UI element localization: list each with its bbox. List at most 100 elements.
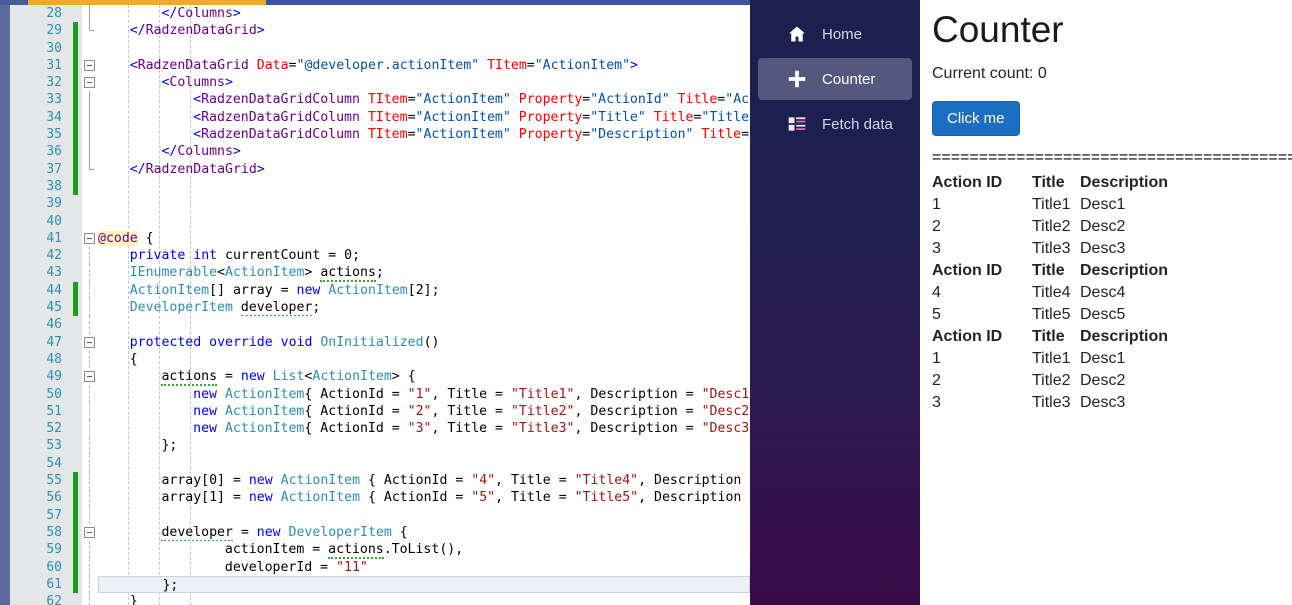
code-text[interactable]: @code {: [98, 230, 750, 247]
code-text[interactable]: <RadzenDataGridColumn TItem="ActionItem"…: [98, 126, 750, 143]
code-text[interactable]: DeveloperItem developer;: [98, 299, 750, 317]
code-line[interactable]: 31 <RadzenDataGrid Data="@developer.actio…: [25, 56, 750, 75]
fold-column[interactable]: [82, 489, 98, 507]
column-header[interactable]: Description: [1080, 172, 1200, 194]
fold-column[interactable]: [82, 56, 98, 75]
code-line[interactable]: 50 new ActionItem{ ActionId = "1", Title …: [25, 385, 750, 403]
code-line[interactable]: 30: [25, 39, 750, 58]
column-header[interactable]: Action ID: [932, 326, 1032, 348]
code-text[interactable]: IEnumerable<ActionItem> actions;: [98, 264, 750, 282]
code-line[interactable]: 37 </RadzenDataGrid>: [25, 160, 750, 179]
fold-column[interactable]: [82, 281, 98, 300]
code-text[interactable]: };: [98, 437, 750, 454]
code-text[interactable]: ActionItem[] array = new ActionItem[2];: [98, 282, 750, 299]
code-text[interactable]: <RadzenDataGridColumn TItem="ActionItem"…: [98, 91, 750, 108]
code-line[interactable]: 59 actionItem = actions.ToList(),: [25, 541, 750, 559]
fold-column[interactable]: [82, 316, 98, 334]
sidebar-item-fetch-data[interactable]: Fetch data: [758, 103, 912, 145]
fold-column[interactable]: [82, 472, 98, 490]
code-line[interactable]: 34 <RadzenDataGridColumn TItem="ActionIte…: [25, 108, 750, 127]
column-header[interactable]: Title: [1032, 172, 1080, 194]
column-header[interactable]: Action ID: [932, 172, 1032, 194]
collapse-toggle-icon[interactable]: [84, 59, 95, 71]
fold-column[interactable]: [82, 454, 98, 473]
code-line[interactable]: 36 </Columns>: [25, 143, 750, 161]
fold-column[interactable]: [82, 333, 98, 351]
fold-column[interactable]: [82, 437, 98, 455]
fold-column[interactable]: [82, 506, 98, 524]
code-text[interactable]: }: [98, 593, 750, 605]
code-text[interactable]: </RadzenDataGrid>: [98, 22, 750, 39]
sidebar-item-counter[interactable]: Counter: [758, 58, 912, 100]
code-text[interactable]: <RadzenDataGrid Data="@developer.actionI…: [98, 57, 750, 74]
code-text[interactable]: new ActionItem{ ActionId = "3", Title = …: [98, 420, 750, 437]
code-line[interactable]: 47 protected override void OnInitialized(…: [25, 333, 750, 351]
fold-column[interactable]: [82, 126, 98, 144]
code-text[interactable]: actions = new List<ActionItem> {: [98, 368, 750, 386]
code-text[interactable]: [98, 195, 750, 212]
code-text[interactable]: <RadzenDataGridColumn TItem="ActionItem"…: [98, 109, 750, 126]
code-line[interactable]: 61};: [25, 575, 750, 594]
collapse-toggle-icon[interactable]: [84, 232, 95, 244]
code-line[interactable]: 43 IEnumerable<ActionItem> actions;: [25, 264, 750, 282]
code-line[interactable]: 51 new ActionItem{ ActionId = "2", Title …: [25, 402, 750, 421]
code-text[interactable]: new ActionItem{ ActionId = "1", Title = …: [98, 386, 750, 403]
code-line[interactable]: 52 new ActionItem{ ActionId = "3", Title …: [25, 420, 750, 438]
fold-column[interactable]: [82, 108, 98, 127]
fold-column[interactable]: [82, 264, 98, 282]
code-line[interactable]: 33 <RadzenDataGridColumn TItem="ActionIte…: [25, 91, 750, 110]
fold-column[interactable]: [82, 368, 98, 386]
column-header[interactable]: Description: [1080, 326, 1200, 348]
code-text[interactable]: new ActionItem{ ActionId = "2", Title = …: [98, 403, 750, 420]
code-line[interactable]: 48 {: [25, 350, 750, 369]
code-text[interactable]: array[0] = new ActionItem { ActionId = "…: [98, 472, 750, 489]
code-text[interactable]: </RadzenDataGrid>: [98, 161, 750, 178]
fold-column[interactable]: [82, 402, 98, 421]
fold-column[interactable]: [82, 558, 98, 576]
code-text[interactable]: };: [98, 575, 750, 594]
code-line[interactable]: 45 DeveloperItem developer;: [25, 299, 750, 317]
fold-column[interactable]: [82, 523, 98, 542]
fold-column[interactable]: [82, 143, 98, 161]
code-text[interactable]: [98, 178, 750, 195]
collapse-toggle-icon[interactable]: [84, 336, 95, 348]
column-header[interactable]: Title: [1032, 260, 1080, 282]
code-line[interactable]: 44 ActionItem[] array = new ActionItem[2]…: [25, 281, 750, 300]
code-line[interactable]: 29 </RadzenDataGrid>: [25, 22, 750, 40]
fold-column[interactable]: [82, 91, 98, 109]
code-line[interactable]: 57: [25, 506, 750, 525]
code-scroll-area[interactable]: 28 </Columns> 29 </RadzenDataGrid> 30 31 <Radz…: [25, 5, 750, 605]
code-text[interactable]: private int currentCount = 0;: [98, 247, 750, 264]
fold-column[interactable]: [82, 299, 98, 317]
code-line[interactable]: 49 actions = new List<ActionItem> {: [25, 368, 750, 386]
fold-column[interactable]: [82, 5, 98, 23]
code-text[interactable]: {: [98, 351, 750, 368]
fold-column[interactable]: [82, 575, 98, 594]
fold-column[interactable]: [82, 160, 98, 178]
fold-column[interactable]: [82, 247, 98, 265]
fold-column[interactable]: [82, 22, 98, 40]
collapse-toggle-icon[interactable]: [84, 371, 95, 383]
code-line[interactable]: 38: [25, 177, 750, 196]
collapse-toggle-icon[interactable]: [84, 77, 95, 89]
code-text[interactable]: <Columns>: [98, 74, 750, 91]
code-text[interactable]: </Columns>: [98, 5, 750, 22]
column-header[interactable]: Action ID: [932, 260, 1032, 282]
fold-column[interactable]: [82, 195, 98, 213]
collapse-toggle-icon[interactable]: [84, 526, 95, 538]
code-line[interactable]: 58 developer = new DeveloperItem {: [25, 523, 750, 542]
code-line[interactable]: 46: [25, 316, 750, 334]
code-line[interactable]: 40: [25, 212, 750, 230]
code-text[interactable]: [98, 455, 750, 472]
code-line[interactable]: 42 private int currentCount = 0;: [25, 247, 750, 265]
code-text[interactable]: developer = new DeveloperItem {: [98, 524, 750, 542]
code-line-list[interactable]: 28 </Columns> 29 </RadzenDataGrid> 30 31 <Radz…: [25, 5, 750, 605]
code-line[interactable]: 62}: [25, 593, 750, 605]
column-header[interactable]: Description: [1080, 260, 1200, 282]
code-text[interactable]: developerId = "11": [98, 559, 750, 576]
code-line[interactable]: 54: [25, 454, 750, 473]
fold-column[interactable]: [82, 350, 98, 369]
code-text[interactable]: actionItem = actions.ToList(),: [98, 541, 750, 559]
fold-column[interactable]: [82, 212, 98, 230]
code-text[interactable]: [98, 316, 750, 333]
